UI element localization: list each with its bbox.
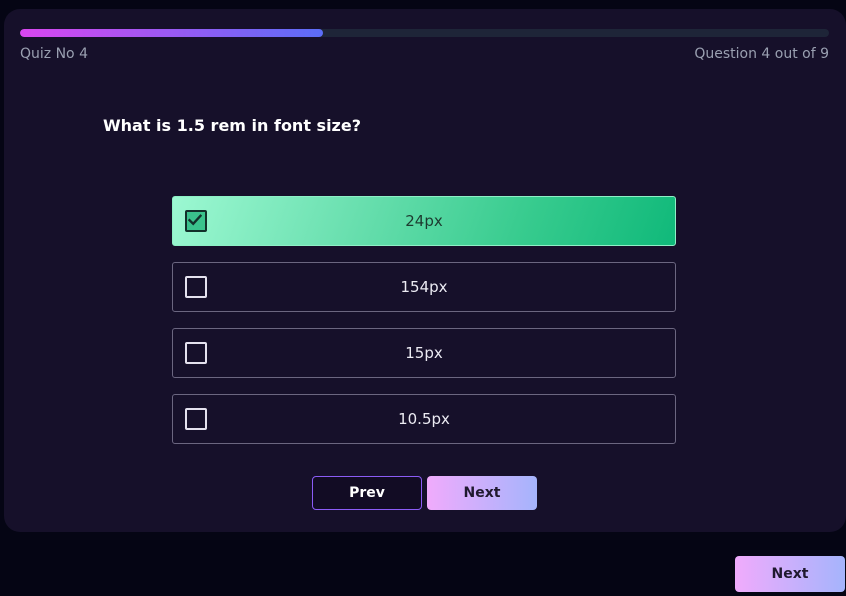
option-label: 10.5px (398, 410, 450, 428)
question-text: What is 1.5 rem in font size? (103, 116, 361, 135)
option-10-5px[interactable]: 10.5px (172, 394, 676, 444)
checkbox-checked[interactable] (185, 210, 207, 232)
option-15px[interactable]: 15px (172, 328, 676, 378)
option-154px[interactable]: 154px (172, 262, 676, 312)
option-label: 154px (400, 278, 448, 296)
quiz-card: Quiz No 4 Question 4 out of 9 What is 1.… (4, 9, 846, 532)
question-count: Question 4 out of 9 (694, 46, 829, 62)
progress-bar (20, 29, 829, 37)
checkbox-unchecked[interactable] (185, 342, 207, 364)
outer-next-button[interactable]: Next (735, 556, 845, 592)
prev-button[interactable]: Prev (312, 476, 422, 510)
checkbox-unchecked[interactable] (185, 276, 207, 298)
progress-fill (20, 29, 324, 37)
option-label: 15px (405, 344, 443, 362)
option-label: 24px (405, 212, 443, 230)
checkbox-unchecked[interactable] (185, 408, 207, 430)
quiz-label: Quiz No 4 (20, 46, 88, 62)
next-button[interactable]: Next (427, 476, 537, 510)
check-icon (188, 214, 202, 226)
option-24px[interactable]: 24px (172, 196, 676, 246)
